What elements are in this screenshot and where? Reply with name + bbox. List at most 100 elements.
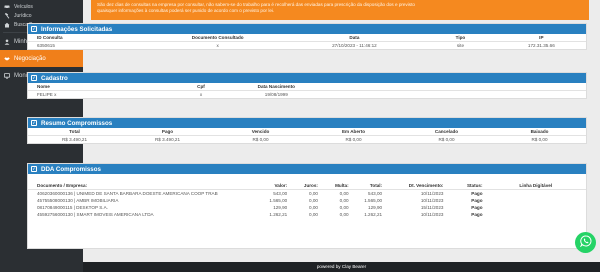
- handshake-icon: [4, 56, 10, 62]
- car-icon: [4, 4, 10, 10]
- cell: 1.565,00: [269, 198, 288, 203]
- cell: 1.262,21: [269, 212, 288, 217]
- col-header: Documento Consultado: [150, 34, 285, 42]
- card-title: Cadastro: [41, 74, 68, 82]
- cell: 0,00: [308, 198, 318, 203]
- cell: 543,00: [273, 191, 288, 196]
- cell: 19/08/1999: [264, 92, 288, 97]
- cell: 129,90: [368, 205, 383, 210]
- col-header: IP: [496, 34, 586, 42]
- cell: 129,90: [273, 205, 288, 210]
- table-row: R$ 3.490,21 R$ 3.490,21 R$ 0,00 R$ 0,00 …: [28, 136, 586, 144]
- sidebar-item-veiculos[interactable]: Veículos: [0, 2, 83, 11]
- cell: 10/11/2023: [420, 212, 444, 217]
- cell: 27/10/2023 - 11:46:12: [332, 43, 377, 48]
- cell: x: [199, 92, 203, 97]
- check-square-icon: ✓: [31, 166, 37, 172]
- alert-banner: São dez dias de consultas na empresa por…: [91, 0, 589, 20]
- cell: 08170849000115 | DESKTOP S.A.: [37, 205, 108, 210]
- status-cell: Pago: [471, 205, 483, 210]
- col-header: ID Consulta: [28, 34, 151, 42]
- table-header-row: ID Consulta Documento Consultado Data Ti…: [28, 34, 586, 42]
- status-cell: Pago: [471, 212, 483, 217]
- sidebar-item-label: Veículos: [14, 3, 33, 10]
- cell: [486, 190, 586, 198]
- alert-line-2: quaisquer informações à consultas poderá…: [97, 8, 275, 13]
- check-square-icon: ✓: [31, 75, 37, 81]
- col-header: Dt. Vencimento:: [385, 182, 447, 190]
- col-header: Vencido: [214, 128, 307, 136]
- cell: [486, 197, 586, 204]
- whatsapp-icon: [579, 234, 592, 252]
- cell: 45755508000130 | AMBR IMOBILIARIA: [37, 198, 119, 203]
- info-card: ✓ Informações Solicitadas ID Consulta Do…: [27, 23, 587, 50]
- table-row: 40620360000136 | UNIMED DE SANTA BARBARA…: [28, 190, 586, 198]
- check-square-icon: ✓: [31, 120, 37, 126]
- cell: [486, 204, 586, 211]
- cell: R$ 0,00: [345, 137, 362, 142]
- col-header: Cpf: [167, 83, 235, 91]
- col-header: Tipo: [424, 34, 497, 42]
- sidebar-item-negociacao[interactable]: Negociação: [0, 50, 83, 67]
- cell: R$ 3.490,21: [61, 137, 88, 142]
- check-square-icon: ✓: [31, 26, 37, 32]
- home-icon: [4, 22, 10, 28]
- sidebar-item-juridico[interactable]: Jurídico: [0, 11, 83, 20]
- cell: 6350615: [37, 43, 55, 48]
- table-row: 45755508000130 | AMBR IMOBILIARIA 1.565,…: [28, 197, 586, 204]
- col-header: Status:: [446, 182, 486, 190]
- col-header: Em Aberto: [307, 128, 400, 136]
- cell: site: [456, 43, 464, 48]
- card-header: ✓ Resumo Compromissos: [28, 118, 586, 128]
- cell: x: [216, 43, 219, 48]
- col-header: Juros:: [290, 182, 321, 190]
- card-title: Resumo Compromissos: [41, 119, 113, 127]
- col-header: Documento / Empresa:: [28, 182, 252, 190]
- table-header-row: Documento / Empresa: Valor: Juros: Multa…: [28, 182, 586, 190]
- cell: R$ 0,00: [531, 137, 548, 142]
- col-header: Total:: [351, 182, 386, 190]
- cell: 0,00: [308, 191, 318, 196]
- card-title: DDA Compromissos: [41, 165, 101, 173]
- col-header: Linha Digitável: [485, 182, 586, 190]
- table-header-row: Total Pago Vencido Em Aberto Cancelado B…: [28, 128, 586, 136]
- table-row: 45592756000130 | SMART IMOVEIS AMERICANA…: [28, 211, 586, 218]
- col-header: Total: [28, 128, 121, 136]
- cell: 45592756000130 | SMART IMOVEIS AMERICANA…: [37, 212, 154, 217]
- info-table: ID Consulta Documento Consultado Data Ti…: [28, 34, 586, 49]
- col-header: Baixado: [493, 128, 586, 136]
- dda-table: Documento / Empresa: Valor: Juros: Multa…: [28, 182, 586, 218]
- status-cell: Pago: [471, 191, 483, 196]
- card-header: ✓ Cadastro: [28, 73, 586, 83]
- cell: 543,00: [368, 191, 383, 196]
- table-row: 08170849000115 | DESKTOP S.A. 129,90 0,0…: [28, 204, 586, 211]
- card-header: ✓ DDA Compromissos: [28, 164, 586, 174]
- col-header: Valor:: [251, 182, 291, 190]
- table-header-row: Nome Cpf Data Nascimento: [28, 83, 586, 91]
- col-header: Nome: [28, 83, 168, 91]
- footer: powered by Clay Bearer: [83, 262, 600, 272]
- whatsapp-button[interactable]: [575, 232, 596, 253]
- cell: R$ 0,00: [438, 137, 455, 142]
- footer-text: powered by Clay Bearer: [316, 264, 367, 269]
- cell: 0,00: [339, 205, 349, 210]
- status-cell: Pago: [471, 198, 483, 203]
- gavel-icon: [4, 12, 10, 19]
- cell: 40620360000136 | UNIMED DE SANTA BARBARA…: [37, 191, 218, 196]
- cell: 1.565,00: [364, 198, 383, 203]
- table-row: FELIPE x x 19/08/1999: [28, 91, 586, 99]
- col-header: Multa:: [320, 182, 352, 190]
- cell: 0,00: [339, 212, 349, 217]
- cell: 0,00: [339, 191, 349, 196]
- col-header: Data: [284, 34, 425, 42]
- resumo-table: Total Pago Vencido Em Aberto Cancelado B…: [28, 128, 586, 143]
- cell: R$ 0,00: [252, 137, 269, 142]
- cadastro-card: ✓ Cadastro Nome Cpf Data Nascimento FELI…: [27, 72, 587, 99]
- table-row: 6350615 x 27/10/2023 - 11:46:12 site 172…: [28, 42, 586, 50]
- sidebar-item-label: Negociação: [14, 55, 46, 62]
- col-header: Cancelado: [400, 128, 493, 136]
- card-title: Informações Solicitadas: [41, 25, 113, 33]
- cell: 0,00: [308, 205, 318, 210]
- user-icon: [4, 39, 10, 45]
- cell: 10/11/2023: [420, 198, 444, 203]
